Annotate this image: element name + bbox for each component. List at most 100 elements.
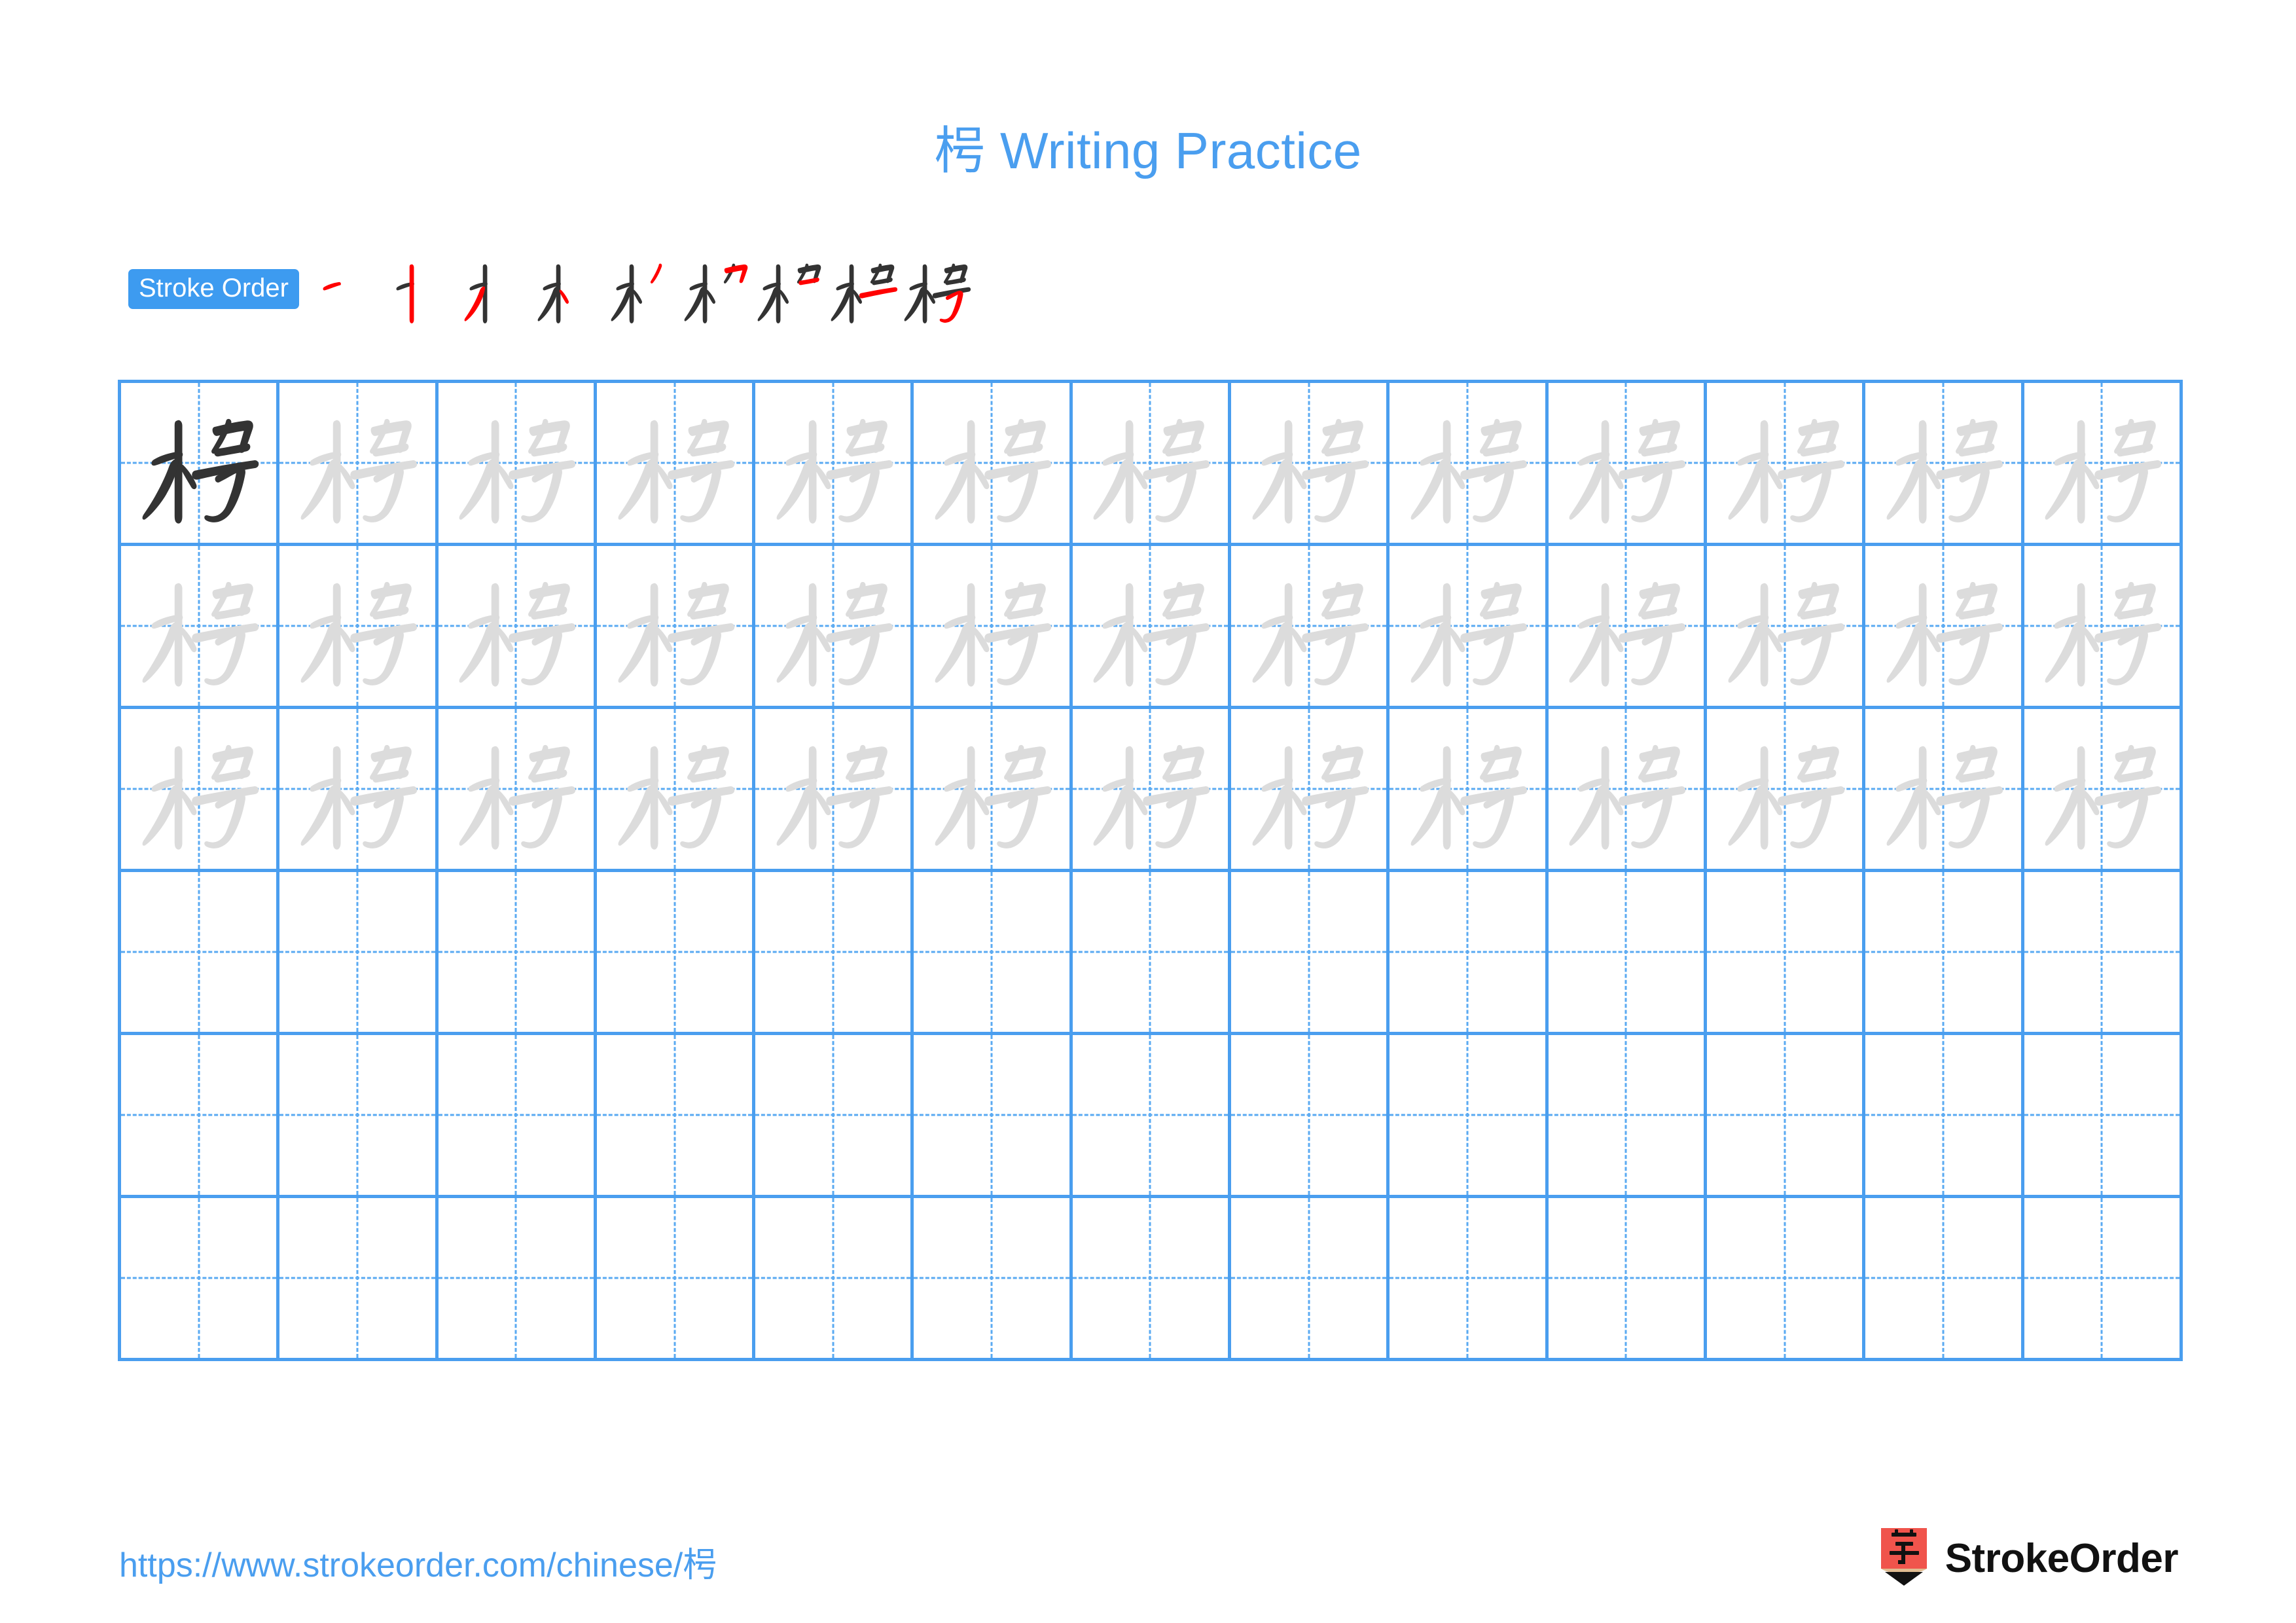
practice-cell[interactable] xyxy=(914,1035,1073,1198)
practice-cell[interactable] xyxy=(279,1198,439,1361)
practice-cell[interactable] xyxy=(1865,383,2024,546)
practice-cell[interactable] xyxy=(2024,872,2183,1035)
trace-character xyxy=(1707,709,1862,869)
practice-cell[interactable] xyxy=(121,1198,280,1361)
practice-cell[interactable] xyxy=(914,872,1073,1035)
practice-cell[interactable] xyxy=(596,872,756,1035)
practice-cell[interactable] xyxy=(596,709,756,872)
trace-character xyxy=(1390,546,1545,706)
trace-character xyxy=(2024,709,2179,869)
practice-cell[interactable] xyxy=(914,1198,1073,1361)
practice-row xyxy=(121,1035,2183,1198)
practice-cell[interactable] xyxy=(1390,1035,1549,1198)
footer-url[interactable]: https://www.strokeorder.com/chinese/枵 xyxy=(119,1537,717,1586)
practice-cell[interactable] xyxy=(755,383,914,546)
practice-cell[interactable] xyxy=(279,872,439,1035)
practice-cell[interactable] xyxy=(279,709,439,872)
practice-cell[interactable] xyxy=(755,1198,914,1361)
practice-cell[interactable] xyxy=(2024,383,2183,546)
practice-cell[interactable] xyxy=(596,383,756,546)
practice-cell[interactable] xyxy=(1231,1198,1390,1361)
practice-cell[interactable] xyxy=(438,1198,597,1361)
trace-character xyxy=(1231,383,1386,543)
practice-cell[interactable] xyxy=(438,546,597,709)
practice-cell[interactable] xyxy=(914,546,1073,709)
practice-cell[interactable] xyxy=(1548,1035,1707,1198)
trace-character xyxy=(1390,383,1545,543)
practice-cell[interactable] xyxy=(2024,546,2183,709)
practice-cell[interactable] xyxy=(438,383,597,546)
practice-cell[interactable] xyxy=(914,709,1073,872)
practice-cell[interactable] xyxy=(1072,1035,1232,1198)
practice-cell[interactable] xyxy=(755,709,914,872)
practice-cell[interactable] xyxy=(1706,1198,1866,1361)
practice-cell[interactable] xyxy=(1072,1198,1232,1361)
practice-cell[interactable] xyxy=(755,546,914,709)
practice-row xyxy=(121,1198,2183,1361)
stroke-order-sequence xyxy=(314,252,973,325)
practice-cell[interactable] xyxy=(1706,1035,1866,1198)
practice-cell[interactable] xyxy=(1706,872,1866,1035)
practice-cell[interactable] xyxy=(438,872,597,1035)
practice-cell[interactable] xyxy=(1390,709,1549,872)
stroke-order-badge: Stroke Order xyxy=(128,268,299,309)
practice-cell[interactable] xyxy=(1548,546,1707,709)
page-title: 枵 Writing Practice xyxy=(934,122,1362,179)
practice-cell[interactable] xyxy=(2024,1035,2183,1198)
practice-cell[interactable] xyxy=(1231,709,1390,872)
practice-cell[interactable] xyxy=(755,872,914,1035)
practice-cell[interactable] xyxy=(1231,546,1390,709)
practice-cell[interactable] xyxy=(1865,872,2024,1035)
stroke-step-9 xyxy=(900,252,973,325)
practice-cell[interactable] xyxy=(438,1035,597,1198)
practice-cell[interactable] xyxy=(1706,546,1866,709)
practice-cell[interactable] xyxy=(1390,546,1549,709)
practice-cell[interactable] xyxy=(1865,1035,2024,1198)
practice-cell[interactable] xyxy=(121,383,280,546)
model-character xyxy=(121,383,276,543)
practice-cell[interactable] xyxy=(1548,709,1707,872)
practice-cell[interactable] xyxy=(1072,546,1232,709)
practice-cell[interactable] xyxy=(1390,1198,1549,1361)
practice-cell[interactable] xyxy=(596,1035,756,1198)
practice-cell[interactable] xyxy=(1865,1198,2024,1361)
practice-cell[interactable] xyxy=(1072,872,1232,1035)
practice-cell[interactable] xyxy=(1390,383,1549,546)
trace-character xyxy=(1865,709,2020,869)
trace-character xyxy=(755,709,910,869)
practice-cell[interactable] xyxy=(1231,872,1390,1035)
practice-cell[interactable] xyxy=(596,546,756,709)
practice-cell[interactable] xyxy=(1231,383,1390,546)
practice-cell[interactable] xyxy=(914,383,1073,546)
practice-cell[interactable] xyxy=(279,1035,439,1198)
practice-cell[interactable] xyxy=(2024,1198,2183,1361)
practice-cell[interactable] xyxy=(121,1035,280,1198)
practice-cell[interactable] xyxy=(596,1198,756,1361)
practice-cell[interactable] xyxy=(1548,383,1707,546)
practice-cell[interactable] xyxy=(2024,709,2183,872)
practice-cell[interactable] xyxy=(1072,383,1232,546)
practice-row xyxy=(121,872,2183,1035)
practice-cell[interactable] xyxy=(279,546,439,709)
practice-cell[interactable] xyxy=(1548,872,1707,1035)
practice-cell[interactable] xyxy=(1706,383,1866,546)
practice-cell[interactable] xyxy=(1865,709,2024,872)
trace-character xyxy=(1073,709,1228,869)
practice-cell[interactable] xyxy=(1548,1198,1707,1361)
practice-cell[interactable] xyxy=(121,709,280,872)
practice-cell[interactable] xyxy=(1865,546,2024,709)
practice-cell[interactable] xyxy=(279,383,439,546)
trace-character xyxy=(439,709,594,869)
stroke-step-6 xyxy=(680,252,753,325)
practice-row xyxy=(121,546,2183,709)
practice-cell[interactable] xyxy=(121,872,280,1035)
practice-cell[interactable] xyxy=(1390,872,1549,1035)
practice-cell[interactable] xyxy=(1231,1035,1390,1198)
practice-cell[interactable] xyxy=(1072,709,1232,872)
practice-cell[interactable] xyxy=(755,1035,914,1198)
practice-cell[interactable] xyxy=(1706,709,1866,872)
practice-cell[interactable] xyxy=(438,709,597,872)
trace-character xyxy=(1231,546,1386,706)
trace-character xyxy=(597,546,752,706)
practice-cell[interactable] xyxy=(121,546,280,709)
